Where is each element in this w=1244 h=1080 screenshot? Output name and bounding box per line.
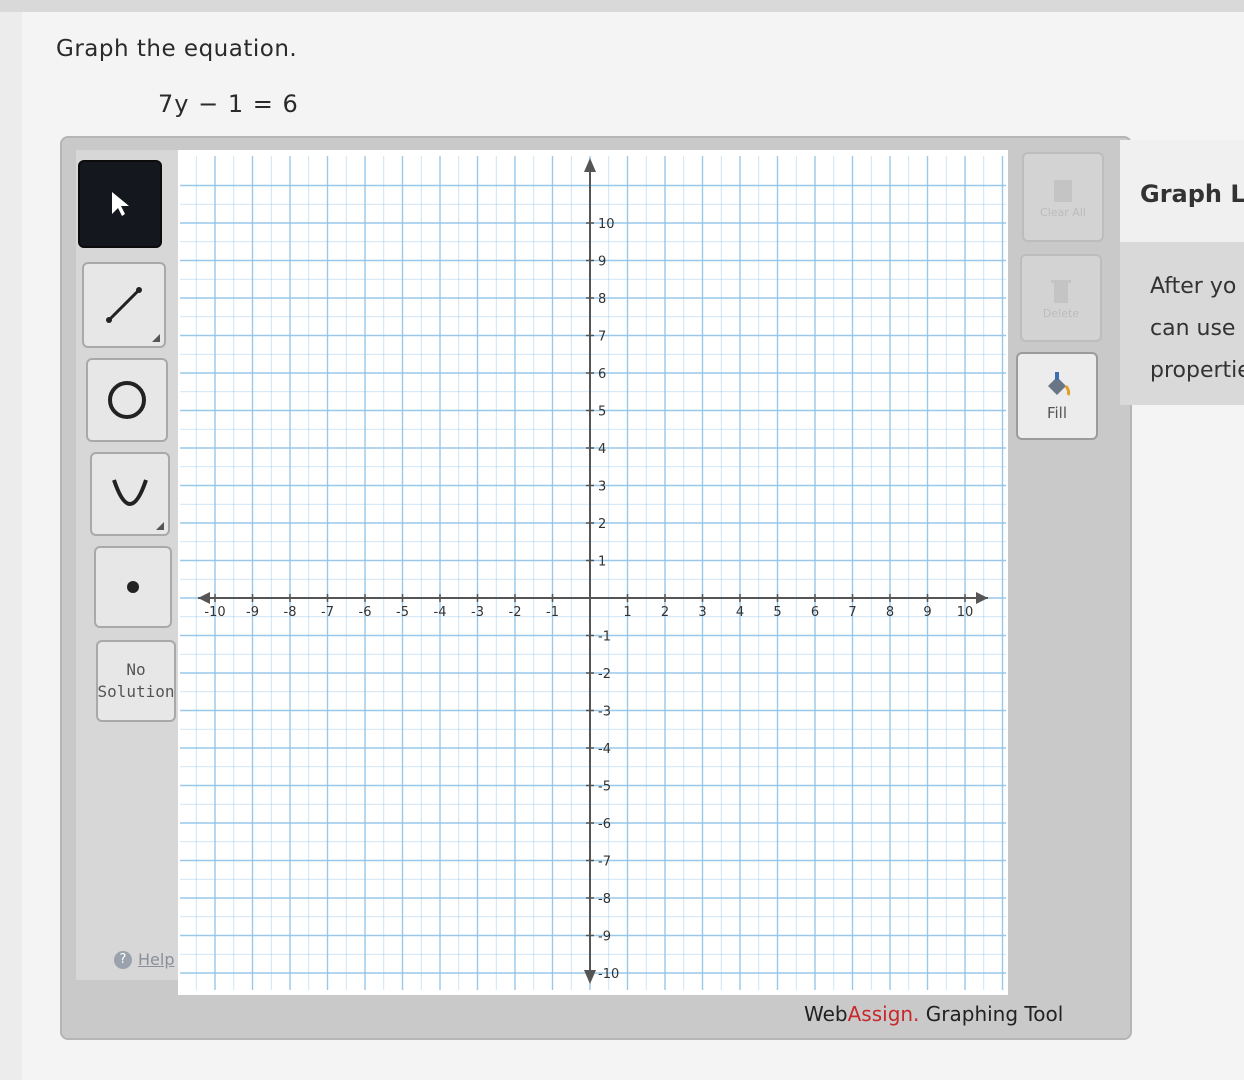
parabola-tool-button[interactable] [90,452,170,536]
graph-layers-title: Graph La [1140,180,1244,208]
clear-all-button[interactable]: Clear All [1022,152,1104,242]
no-solution-label-line1: No [126,660,146,679]
y-tick-label: 9 [598,255,606,270]
graph-layers-header: Graph La [1120,140,1244,242]
brand-tool: Graphing Tool [919,1002,1064,1026]
brand-web: Web [804,1002,848,1026]
graph-canvas[interactable]: -10 -9 -8 -7 -6 -5 -4 -3 -2 -1 1 2 3 4 5 6 7 8 9 10 10 9 8 7 6 5 4… [178,150,1008,995]
question-title: Graph the equation. [56,36,298,62]
x-tick-label: 6 [811,605,819,620]
y-tick-label: 3 [598,480,606,495]
y-tick-label: -5 [598,780,611,795]
circle-tool-icon [108,381,146,419]
help-label: Help [138,950,175,969]
x-tick-label: -7 [321,605,334,620]
y-tick-label: 4 [598,442,606,457]
no-solution-label-line2: Solution [97,682,175,701]
x-tick-label: 4 [736,605,744,620]
y-tick-label: 8 [598,292,606,307]
coordinate-grid: -10 -9 -8 -7 -6 -5 -4 -3 -2 -1 1 2 3 4 5 6 7 8 9 10 10 9 8 7 6 5 4… [180,156,1006,990]
point-tool-icon [127,581,139,593]
parabola-tool-icon [112,479,148,506]
y-tick-label: -8 [598,892,611,907]
brand-assign: Assign. [847,1002,920,1026]
y-tick-label: -6 [598,817,611,832]
y-tick-label: 7 [598,330,606,345]
x-tick-label: -8 [284,605,297,620]
y-tick-label: 10 [598,217,615,232]
x-tick-label: 1 [623,605,631,620]
x-tick-label: 2 [661,605,669,620]
equation: 7y − 1 = 6 [158,90,299,118]
x-tick-label: -2 [509,605,522,620]
instructions-line1: After yo [1150,274,1237,299]
line-tool-options-indicator [152,334,160,342]
x-tick-label: 3 [698,605,706,620]
line-tool-button[interactable] [82,262,166,348]
arrow-pointer-icon [112,192,129,216]
x-tick-label: 5 [773,605,781,620]
circle-tool-button[interactable] [86,358,168,442]
no-solution-button[interactable]: No Solution [96,640,176,722]
x-tick-label: -1 [546,605,559,620]
y-tick-label: -7 [598,855,611,870]
y-tick-label: 6 [598,367,606,382]
x-tick-label: -9 [246,605,259,620]
parabola-tool-options-indicator [156,522,164,530]
y-tick-label: -9 [598,930,611,945]
y-axis-bottom-arrow [584,970,596,984]
fill-button[interactable]: Fill [1016,352,1098,440]
y-tick-label: -2 [598,667,611,682]
line-tool-icon [106,287,142,323]
paint-bucket-icon [1048,372,1071,396]
pointer-tool-button[interactable] [78,160,162,248]
x-tick-label: -5 [396,605,409,620]
clear-all-label: Clear All [1040,205,1086,219]
fill-label: Fill [1046,404,1068,422]
y-tick-label: 2 [598,517,606,532]
y-tick-label: 1 [598,555,606,570]
instructions-line2: can use [1150,316,1236,341]
x-tick-label: 7 [848,605,856,620]
y-tick-label: 5 [598,405,606,420]
top-band [0,0,1244,12]
x-tick-label: -10 [204,605,225,620]
clear-all-icon [1054,179,1072,202]
trash-icon [1051,279,1071,303]
point-tool-button[interactable] [94,546,172,628]
x-tick-label: 9 [923,605,931,620]
x-axis-right-arrow [976,592,988,604]
x-tick-label: -3 [471,605,484,620]
help-link[interactable]: ? Help [114,950,174,969]
x-tick-label: -4 [434,605,447,620]
y-tick-label: -1 [598,630,611,645]
y-tick-label: -4 [598,742,611,757]
x-tick-label: 10 [957,605,974,620]
instructions-line3: propertie [1150,358,1244,383]
delete-button[interactable]: Delete [1020,254,1102,342]
y-tick-label: -10 [598,967,619,982]
y-axis-top-arrow [584,158,596,172]
help-icon: ? [114,950,132,969]
x-axis-left-arrow [198,592,210,604]
y-tick-label: -3 [598,705,611,720]
x-tick-label: -6 [359,605,372,620]
webassign-brand: WebAssign. Graphing Tool [804,1002,1063,1026]
x-tick-label: 8 [886,605,894,620]
graph-layers-instructions: After yo can use propertie [1150,266,1244,392]
delete-label: Delete [1042,306,1080,320]
